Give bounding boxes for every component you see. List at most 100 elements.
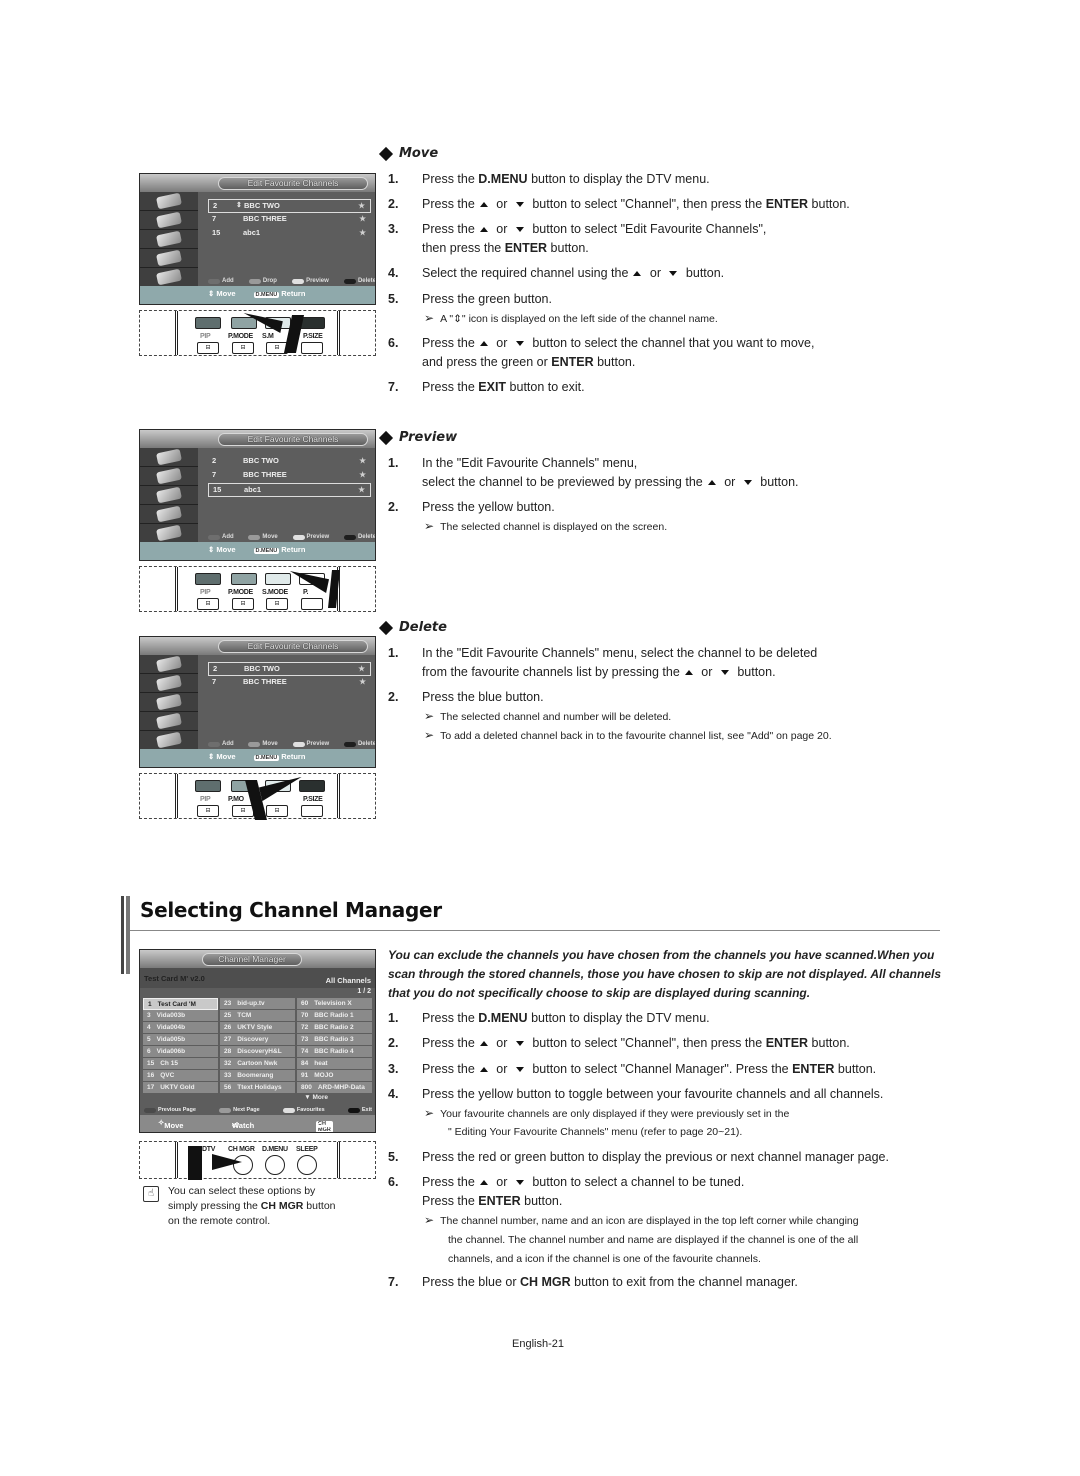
remote-small-button[interactable] [301,805,323,817]
channel-cell[interactable]: 6 Vida006b [143,1046,218,1058]
channel-cell[interactable]: 33 Boomerang [220,1070,295,1082]
channel-cell[interactable]: 4 Vida004b [143,1022,218,1034]
channel-cell[interactable]: 800 ARD-MHP-Data [297,1082,372,1094]
more-indicator[interactable]: ▼ More [304,1094,328,1101]
channel-row[interactable]: 15 abc1 ★ [208,483,371,497]
remote-small-button[interactable]: ⊟ [197,598,219,610]
sidebar-sound-icon[interactable] [140,674,198,693]
channel-name: Cartoon Nwk [237,1060,278,1067]
pip-button[interactable] [195,317,221,329]
delete-heading: Delete [378,620,447,635]
delete-note-1: ➢ The selected channel and number will be… [424,707,671,727]
channel-cell[interactable]: 74 BBC Radio 4 [297,1046,372,1058]
pip-button[interactable] [195,780,221,792]
favourites-button[interactable]: Favourites [282,1107,325,1113]
channel-cell[interactable]: 70 BBC Radio 1 [297,1010,372,1022]
remote-small-button[interactable] [301,342,323,354]
channel-cell[interactable]: 3 Vida003b [143,1010,218,1022]
sidebar-input-icon[interactable] [140,268,198,287]
favourite-star-icon: ★ [359,470,366,479]
remote-small-button[interactable]: ⊟ [266,598,288,610]
sidebar-input-icon[interactable] [140,524,198,543]
return-hint: D.MENU Return [253,752,306,761]
remote-control-strip: PIP P.MODE S.M P.SIZE ⊟ ⊟ ⊟ [139,310,376,356]
channel-cell[interactable]: 17 UKTV Gold [143,1082,218,1094]
sidebar-input-icon[interactable] [140,731,198,750]
channel-cell[interactable]: 16 QVC [143,1070,218,1082]
preview-button[interactable]: Preview [292,276,329,286]
add-button[interactable]: Add [208,739,234,749]
add-button[interactable]: Add [208,532,234,542]
sidebar-picture-icon[interactable] [140,192,198,211]
remote-small-button[interactable]: ⊟ [232,342,254,354]
channel-cell[interactable]: 1 Test Card 'M [143,998,218,1010]
preview-button[interactable]: Preview [292,739,329,749]
channel-cell[interactable]: 56 Ttext Holidays [220,1082,295,1094]
previous-page-button[interactable]: Previous Page [144,1107,196,1113]
preview-button[interactable]: Preview [292,532,329,542]
pip-button[interactable] [195,573,221,585]
channel-row[interactable]: 7 BBC THREE ★ [208,676,371,690]
channel-name: bid-up.tv [237,1000,265,1007]
channel-cell[interactable]: 5 Vida005b [143,1034,218,1046]
sidebar-setup-icon[interactable] [140,712,198,731]
channel-cell[interactable]: 32 Cartoon Nwk [220,1058,295,1070]
sidebar-picture-icon[interactable] [140,655,198,674]
delete-button[interactable]: Delete [343,739,375,749]
channel-row[interactable]: 2 ⇕ BBC TWO ★ [208,199,371,213]
channel-row[interactable]: 15 abc1 ★ [208,227,371,241]
channel-cell[interactable]: 91 MOJO [297,1070,372,1082]
add-button[interactable]: Add [208,276,234,286]
remote-small-button[interactable]: ⊟ [197,342,219,354]
channel-cell[interactable]: 73 BBC Radio 3 [297,1034,372,1046]
channel-cell[interactable]: 15 Ch 15 [143,1058,218,1070]
section-title: Selecting Channel Manager [140,898,442,922]
up-arrow-icon [684,670,693,676]
delete-button[interactable]: Delete [343,276,375,286]
remote-small-button[interactable]: ⊟ [232,598,254,610]
remote-small-button[interactable]: ⊟ [197,805,219,817]
next-page-button[interactable]: Next Page [219,1107,260,1113]
channel-cell[interactable]: 72 BBC Radio 2 [297,1022,372,1034]
sidebar-sound-icon[interactable] [140,467,198,486]
sleep-button[interactable] [297,1155,317,1175]
channel-cell[interactable]: 26 UKTV Style [220,1022,295,1034]
channel-cell[interactable]: 23 bid-up.tv [220,998,295,1010]
channel-row[interactable]: 2 BBC TWO ★ [208,455,371,469]
osd-sidebar [140,448,198,544]
sidebar-setup-icon[interactable] [140,249,198,268]
color-button-legend: Add Move Preview Delete [208,739,375,749]
sidebar-sound-icon[interactable] [140,211,198,230]
channel-row[interactable]: 7 BBC THREE ★ [208,213,371,227]
remote-small-button[interactable] [301,598,323,610]
pmode-button[interactable] [231,573,257,585]
remote-small-button[interactable]: ⊟ [232,805,254,817]
channel-cell[interactable]: 28 DiscoveryH&L [220,1046,295,1058]
channel-number: 60 [301,1000,309,1007]
delete-button[interactable]: Delete [343,532,375,542]
sidebar-picture-icon[interactable] [140,448,198,467]
exit-button[interactable]: Exit [347,1107,372,1113]
channel-name: Test Card 'M [157,1000,196,1008]
sidebar-channel-icon[interactable] [140,486,198,505]
drop-button[interactable]: Drop [248,276,277,286]
channel-cell[interactable]: 25 TCM [220,1010,295,1022]
move-button[interactable]: Move [248,532,278,542]
channel-name: TCM [237,1012,252,1019]
channel-cell[interactable]: 27 Discovery [220,1034,295,1046]
d-menu-button[interactable] [265,1155,285,1175]
channel-cell[interactable]: 84 heat [297,1058,372,1070]
page-indicator: 1 / 2 [357,988,371,995]
move-button[interactable]: Move [248,739,278,749]
channel-row[interactable]: 2 BBC TWO ★ [208,662,371,676]
remote-tip: You can select these options by simply p… [168,1185,336,1227]
remote-control-strip: PIP P.MO P.SIZE ⊟ ⊟ ⊟ [139,773,376,820]
sidebar-channel-icon[interactable] [140,693,198,712]
channel-row[interactable]: 7 BBC THREE ★ [208,469,371,483]
sidebar-setup-icon[interactable] [140,505,198,524]
channel-cell[interactable]: 60 Television X [297,998,372,1010]
channel-name: Vida005b [156,1036,186,1043]
down-arrow-icon [669,271,678,277]
sidebar-channel-icon[interactable] [140,230,198,249]
remote-small-button[interactable]: ⊟ [266,805,288,817]
